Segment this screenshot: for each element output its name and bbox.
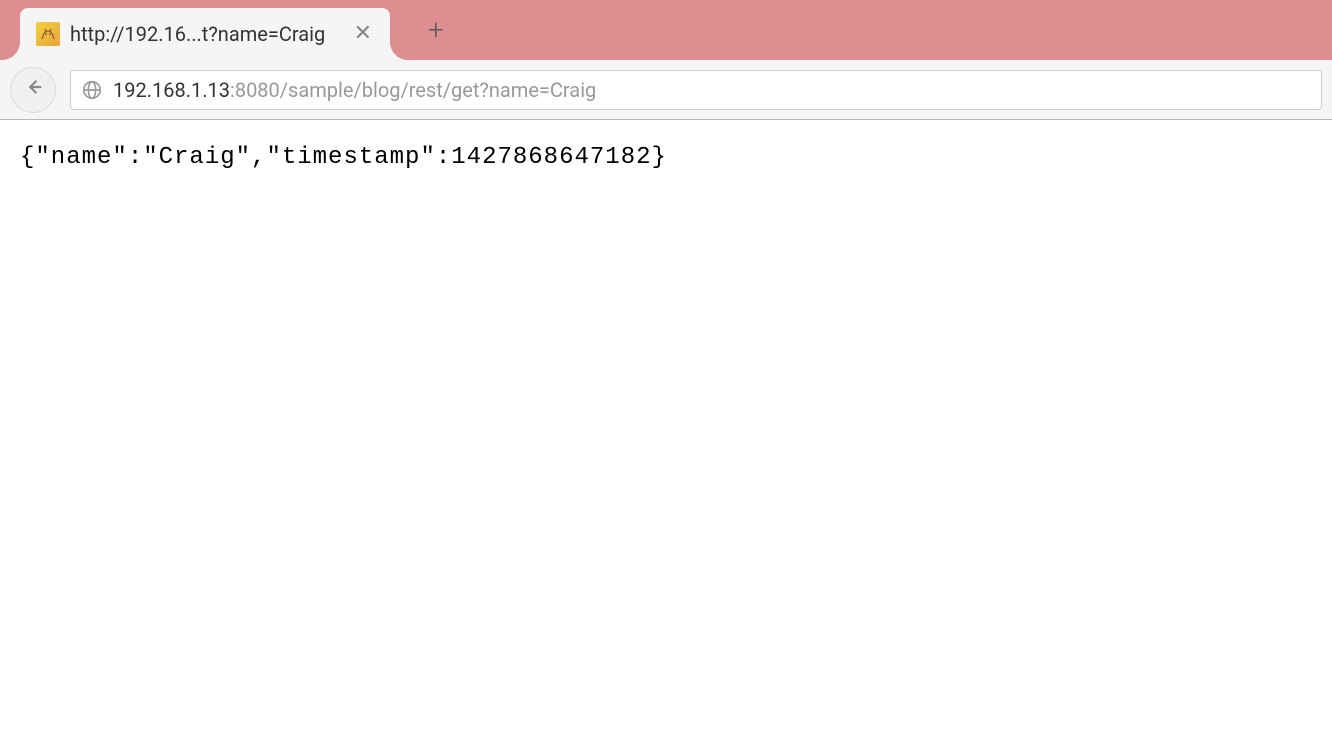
tab-title: http://192.16...t?name=Craig bbox=[70, 22, 340, 46]
globe-icon bbox=[81, 79, 103, 101]
json-response-body: {"name":"Craig","timestamp":142786864718… bbox=[20, 144, 1312, 171]
tab-close-icon[interactable]: ✕ bbox=[350, 21, 376, 47]
back-button[interactable] bbox=[10, 67, 56, 113]
address-bar[interactable]: 192.168.1.13:8080/sample/blog/rest/get?n… bbox=[70, 70, 1322, 110]
tab-strip: http://192.16...t?name=Craig ✕ + bbox=[0, 0, 1332, 60]
toolbar: 192.168.1.13:8080/sample/blog/rest/get?n… bbox=[0, 60, 1332, 120]
back-arrow-icon bbox=[22, 76, 44, 103]
url-host: 192.168.1.13 bbox=[113, 78, 230, 102]
new-tab-button[interactable]: + bbox=[420, 14, 452, 46]
browser-chrome: http://192.16...t?name=Craig ✕ + bbox=[0, 0, 1332, 120]
url-text: 192.168.1.13:8080/sample/blog/rest/get?n… bbox=[113, 78, 596, 102]
page-content: {"name":"Craig","timestamp":142786864718… bbox=[0, 120, 1332, 195]
url-path: :8080/sample/blog/rest/get?name=Craig bbox=[230, 78, 596, 102]
browser-tab[interactable]: http://192.16...t?name=Craig ✕ bbox=[20, 8, 390, 60]
tomcat-favicon bbox=[36, 22, 60, 46]
